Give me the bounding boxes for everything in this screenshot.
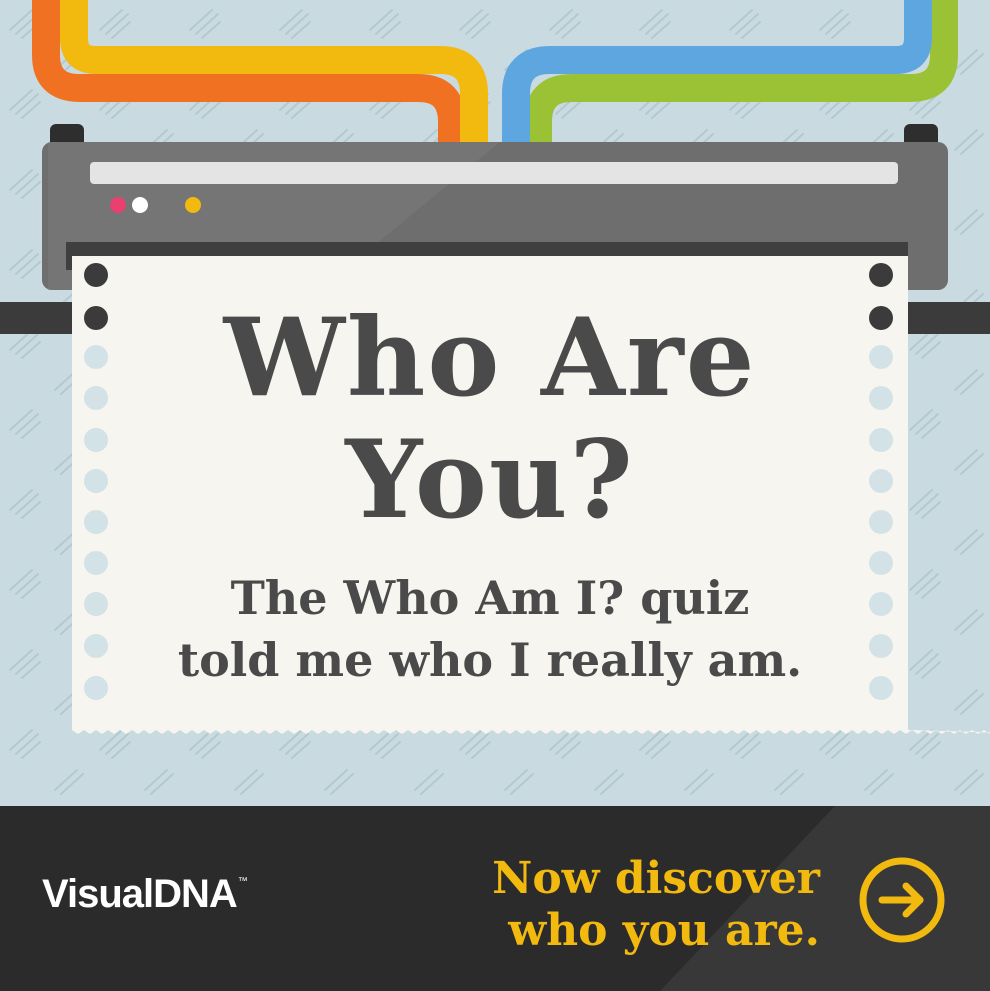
yellow-light — [185, 197, 201, 213]
tractor-hole — [84, 263, 108, 287]
headline-line-2: You? — [345, 417, 635, 543]
white-light — [132, 197, 148, 213]
ad-banner: Who Are You? The Who Am I? quiz told me … — [0, 0, 990, 991]
cta-line-2[interactable]: who you are. — [508, 905, 820, 957]
logo-text: VisualDNA — [42, 872, 238, 916]
visualdna-logo[interactable]: VisualDNA™ — [42, 872, 248, 917]
left-rail — [0, 302, 72, 334]
headline-line-1: Who Are — [223, 295, 757, 421]
printer-slot — [90, 162, 898, 184]
subtext-line-2: told me who I really am. — [177, 633, 803, 687]
cta-line-1[interactable]: Now discover — [492, 853, 820, 905]
subtext-line-1: The Who Am I? quiz — [230, 571, 750, 625]
arrow-right-circle-icon[interactable] — [858, 856, 946, 944]
tractor-hole — [869, 263, 893, 287]
red-light — [110, 197, 126, 213]
right-rail — [908, 302, 990, 334]
logo-trademark: ™ — [237, 876, 248, 887]
